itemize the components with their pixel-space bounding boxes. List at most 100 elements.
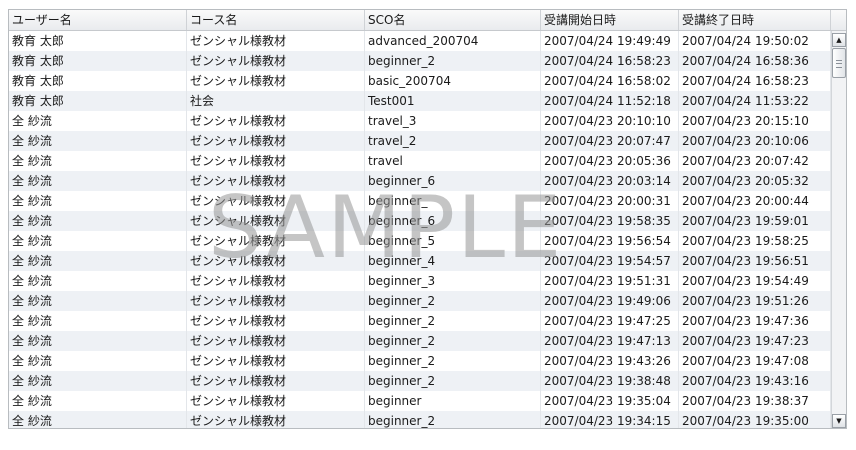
column-header-start-time[interactable]: 受講開始日時 [541,10,679,30]
sco-name-cell: beginner [365,391,541,411]
header-corner [831,10,846,30]
table-row[interactable]: 全 紗流 ゼンシャル様教材 travel_2 2007/04/23 20:07:47 2… [9,131,831,151]
course-name-cell: ゼンシャル様教材 [187,71,365,91]
sco-name-cell: beginner_2 [365,331,541,351]
user-name-cell: 全 紗流 [9,131,187,151]
grid-body: 教育 太郎 ゼンシャル様教材 advanced_200704 2007/04/24 1… [9,31,831,428]
start-time-cell: 2007/04/24 16:58:23 [541,51,679,71]
end-time-cell: 2007/04/23 19:51:26 [679,291,831,311]
start-time-cell: 2007/04/23 19:56:54 [541,231,679,251]
table-row[interactable]: 全 紗流 ゼンシャル様教材 beginner_2 2007/04/23 19:43:2… [9,351,831,371]
start-time-cell: 2007/04/24 16:58:02 [541,71,679,91]
user-name-cell: 全 紗流 [9,371,187,391]
user-name-cell: 教育 太郎 [9,31,187,51]
sco-name-cell: beginner_2 [365,351,541,371]
course-name-cell: ゼンシャル様教材 [187,251,365,271]
scroll-thumb[interactable] [832,48,846,78]
column-header-end-time[interactable]: 受講終了日時 [679,10,831,30]
table-row[interactable]: 全 紗流 ゼンシャル様教材 beginner_6 2007/04/23 19:58:3… [9,211,831,231]
user-name-cell: 全 紗流 [9,111,187,131]
table-row[interactable]: 全 紗流 ゼンシャル様教材 beginner_6 2007/04/23 20:03:1… [9,171,831,191]
grid-header: ユーザー名 コース名 SCO名 受講開始日時 受講終了日時 [9,10,846,31]
start-time-cell: 2007/04/23 20:05:36 [541,151,679,171]
table-row[interactable]: 全 紗流 ゼンシャル様教材 travel_3 2007/04/23 20:10:10 2… [9,111,831,131]
column-header-sco-name[interactable]: SCO名 [365,10,541,30]
start-time-cell: 2007/04/23 19:38:48 [541,371,679,391]
table-row[interactable]: 教育 太郎 ゼンシャル様教材 advanced_200704 2007/04/24 1… [9,31,831,51]
table-row[interactable]: 全 紗流 ゼンシャル様教材 beginner_3 2007/04/23 19:51:3… [9,271,831,291]
table-row[interactable]: 全 紗流 ゼンシャル様教材 beginner_2 2007/04/23 19:49:0… [9,291,831,311]
scroll-up-button[interactable]: ▲ [832,33,846,47]
triangle-up-icon: ▲ [836,36,842,44]
end-time-cell: 2007/04/24 16:58:23 [679,71,831,91]
user-name-cell: 全 紗流 [9,251,187,271]
start-time-cell: 2007/04/23 19:51:31 [541,271,679,291]
end-time-cell: 2007/04/23 19:59:01 [679,211,831,231]
table-row[interactable]: 教育 太郎 ゼンシャル様教材 beginner_2 2007/04/24 16:58:… [9,51,831,71]
table-row[interactable]: 全 紗流 ゼンシャル様教材 beginner_2 2007/04/23 19:38:4… [9,371,831,391]
user-name-cell: 全 紗流 [9,271,187,291]
start-time-cell: 2007/04/23 20:10:10 [541,111,679,131]
course-name-cell: ゼンシャル様教材 [187,271,365,291]
sco-name-cell: beginner_2 [365,311,541,331]
table-row[interactable]: 教育 太郎 ゼンシャル様教材 basic_200704 2007/04/24 16:5… [9,71,831,91]
table-row[interactable]: 全 紗流 ゼンシャル様教材 beginner_2 2007/04/23 19:47:1… [9,331,831,351]
course-name-cell: ゼンシャル様教材 [187,31,365,51]
course-name-cell: ゼンシャル様教材 [187,211,365,231]
end-time-cell: 2007/04/23 20:07:42 [679,151,831,171]
table-row[interactable]: 全 紗流 ゼンシャル様教材 beginner_4 2007/04/23 19:54:5… [9,251,831,271]
table-row[interactable]: 全 紗流 ゼンシャル様教材 travel 2007/04/23 20:05:36 200… [9,151,831,171]
sco-name-cell: travel_2 [365,131,541,151]
user-name-cell: 全 紗流 [9,311,187,331]
column-header-course-name[interactable]: コース名 [187,10,365,30]
sco-name-cell: beginner_2 [365,291,541,311]
start-time-cell: 2007/04/23 19:47:13 [541,331,679,351]
sco-name-cell: Test001 [365,91,541,111]
table-row[interactable]: 全 紗流 ゼンシャル様教材 beginner_2 2007/04/23 19:47:2… [9,311,831,331]
table-row[interactable]: 全 紗流 ゼンシャル様教材 beginner_2 2007/04/23 19:34:1… [9,411,831,428]
user-name-cell: 全 紗流 [9,231,187,251]
sco-name-cell: travel [365,151,541,171]
sco-name-cell: beginner_2 [365,411,541,428]
course-name-cell: ゼンシャル様教材 [187,291,365,311]
course-name-cell: ゼンシャル様教材 [187,171,365,191]
end-time-cell: 2007/04/23 19:58:25 [679,231,831,251]
table-row[interactable]: 教育 太郎 社会 Test001 2007/04/24 11:52:18 2007/04… [9,91,831,111]
user-name-cell: 全 紗流 [9,211,187,231]
course-name-cell: ゼンシャル様教材 [187,111,365,131]
column-header-user-name[interactable]: ユーザー名 [9,10,187,30]
course-name-cell: ゼンシャル様教材 [187,151,365,171]
end-time-cell: 2007/04/23 19:43:16 [679,371,831,391]
end-time-cell: 2007/04/23 20:00:44 [679,191,831,211]
end-time-cell: 2007/04/23 19:35:00 [679,411,831,428]
start-time-cell: 2007/04/23 19:47:25 [541,311,679,331]
course-name-cell: ゼンシャル様教材 [187,371,365,391]
table-row[interactable]: 全 紗流 ゼンシャル様教材 beginner_ 2007/04/23 20:00:31… [9,191,831,211]
end-time-cell: 2007/04/23 19:47:08 [679,351,831,371]
triangle-down-icon: ▼ [836,417,842,425]
start-time-cell: 2007/04/23 19:54:57 [541,251,679,271]
table-row[interactable]: 全 紗流 ゼンシャル様教材 beginner 2007/04/23 19:35:04 2… [9,391,831,411]
start-time-cell: 2007/04/24 19:49:49 [541,31,679,51]
start-time-cell: 2007/04/23 19:49:06 [541,291,679,311]
end-time-cell: 2007/04/23 19:56:51 [679,251,831,271]
end-time-cell: 2007/04/23 19:47:23 [679,331,831,351]
course-name-cell: ゼンシャル様教材 [187,311,365,331]
user-name-cell: 教育 太郎 [9,91,187,111]
start-time-cell: 2007/04/23 20:00:31 [541,191,679,211]
start-time-cell: 2007/04/23 20:07:47 [541,131,679,151]
vertical-scrollbar[interactable]: ▲ ▼ [831,31,846,428]
start-time-cell: 2007/04/23 19:35:04 [541,391,679,411]
scroll-down-button[interactable]: ▼ [832,414,846,428]
end-time-cell: 2007/04/23 20:15:10 [679,111,831,131]
end-time-cell: 2007/04/24 11:53:22 [679,91,831,111]
course-name-cell: ゼンシャル様教材 [187,411,365,428]
end-time-cell: 2007/04/23 19:47:36 [679,311,831,331]
user-name-cell: 全 紗流 [9,331,187,351]
course-name-cell: ゼンシャル様教材 [187,331,365,351]
grip-icon [836,60,842,68]
user-name-cell: 全 紗流 [9,391,187,411]
table-row[interactable]: 全 紗流 ゼンシャル様教材 beginner_5 2007/04/23 19:56:5… [9,231,831,251]
sco-name-cell: advanced_200704 [365,31,541,51]
sco-name-cell: beginner_ [365,191,541,211]
